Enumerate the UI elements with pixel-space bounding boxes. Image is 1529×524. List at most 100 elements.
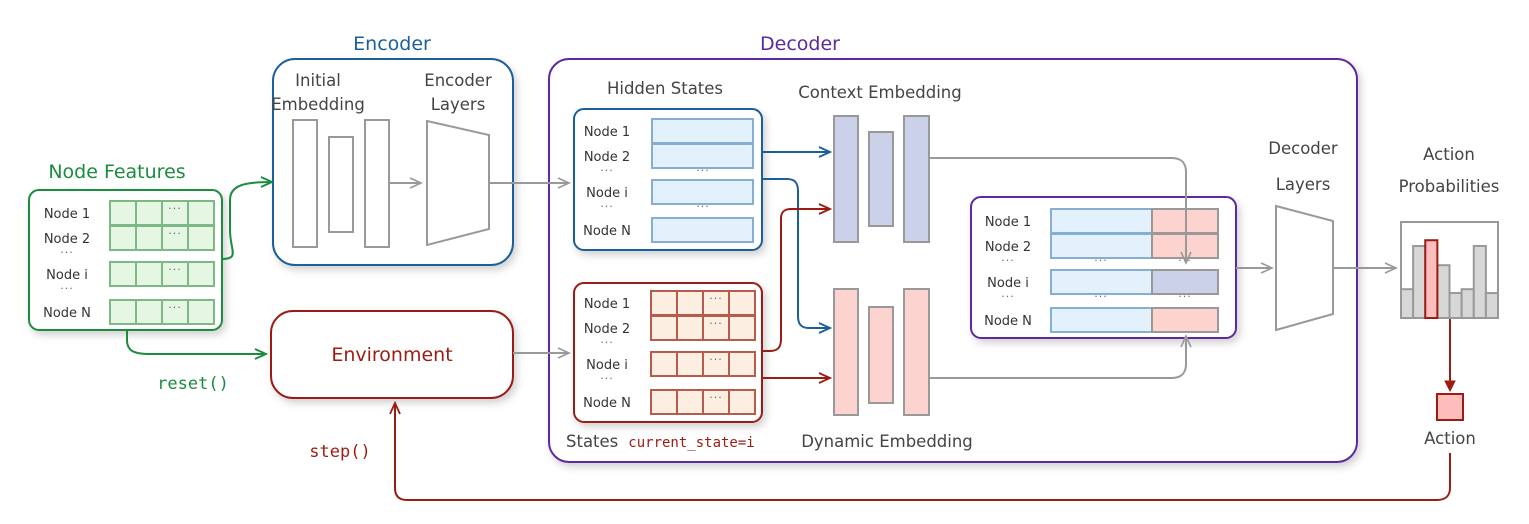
action-probabilities-histogram <box>1400 221 1499 320</box>
states-row-label: Node N <box>583 396 631 411</box>
encoder-layers-label-line2: Layers <box>431 95 486 114</box>
node-features-cell-ellipsis: ··· <box>168 263 182 276</box>
combined-row-label: Node 2 <box>985 240 1031 255</box>
hidden-states-panel: Node 1Node 2···Node i···Node N ······ <box>573 108 763 251</box>
combined-hidden-part <box>1050 208 1153 234</box>
context-embedding-layer-1 <box>833 115 859 243</box>
states-caption: States current_state=i <box>566 432 755 451</box>
states-row-label: Node 2 <box>584 322 630 337</box>
step-label: step() <box>309 442 370 462</box>
environment-panel: Environment <box>270 310 514 399</box>
combined-row-label: Node i <box>987 276 1029 291</box>
encoder-panel: Initial Embedding Encoder Layers <box>271 58 514 266</box>
hidden-states-row-label: Node N <box>583 224 631 239</box>
states-row-ellipsis: ··· <box>600 336 614 349</box>
current-state-code: current_state=i <box>628 435 754 451</box>
node-features-cell <box>109 299 137 325</box>
states-cell-ellipsis: ··· <box>709 391 723 404</box>
node-features-cell <box>187 225 215 251</box>
decoder-layers-label-line1: Decoder <box>1268 139 1338 158</box>
dynamic-embedding-layer-3 <box>903 288 930 416</box>
environment-label: Environment <box>331 344 452 366</box>
node-features-row-label: Node 2 <box>44 232 90 247</box>
states-cell <box>728 351 756 377</box>
hidden-states-row-label: Node 2 <box>584 150 630 165</box>
combined-dynamic-part <box>1151 307 1219 333</box>
action-square <box>1436 393 1464 421</box>
states-cell <box>728 315 756 341</box>
initial-embedding-label-line2: Embedding <box>271 95 365 114</box>
states-row-label: Node i <box>586 358 628 373</box>
context-embedding-layer-2 <box>868 131 894 227</box>
combined-row-ellipsis: ··· <box>1001 254 1015 267</box>
node-features-row-ellipsis: ··· <box>60 246 74 259</box>
action-probabilities-title-line1: Action <box>1423 145 1475 164</box>
diagram-canvas: Node Features Encoder Decoder Node 1 Node… <box>28 33 1500 501</box>
states-cell <box>676 389 704 415</box>
combined-embedding-panel: Node 1Node 2···Node i···Node N ··· ······… <box>970 196 1237 339</box>
dynamic-embedding-layer-1 <box>833 288 859 416</box>
states-cell <box>650 389 678 415</box>
node-features-cell <box>187 261 215 287</box>
histogram-bar <box>1436 264 1451 320</box>
states-cell <box>728 290 756 316</box>
node-features-cell <box>135 200 163 226</box>
initial-embedding-layer-3 <box>364 119 390 248</box>
node-features-cell <box>135 299 163 325</box>
states-row-ellipsis: ··· <box>600 372 614 385</box>
initial-embedding-label-line1: Initial <box>295 71 341 90</box>
node-features-cell <box>109 200 137 226</box>
node-features-row-label: Node 1 <box>44 207 90 222</box>
histogram-bar <box>1448 292 1463 320</box>
combined-ellipsis: ··· <box>1094 254 1108 267</box>
states-cell <box>650 290 678 316</box>
dynamic-embedding-title: Dynamic Embedding <box>801 432 973 451</box>
states-cell-ellipsis: ··· <box>709 317 723 330</box>
histogram-bar-selected <box>1424 239 1439 320</box>
node-features-cell <box>109 261 137 287</box>
node-features-cell-ellipsis: ··· <box>168 202 182 215</box>
combined-ellipsis: ··· <box>1178 290 1192 303</box>
states-cell <box>676 351 704 377</box>
initial-embedding-layer-1 <box>292 119 318 248</box>
node-features-cell-ellipsis: ··· <box>168 301 182 314</box>
states-cell <box>676 315 704 341</box>
states-cell <box>650 315 678 341</box>
combined-row-ellipsis: ··· <box>1001 290 1015 303</box>
states-title: States <box>566 432 618 451</box>
node-features-cell <box>187 299 215 325</box>
decoder-title: Decoder <box>760 33 840 55</box>
states-cell-ellipsis: ··· <box>709 353 723 366</box>
states-row-label: Node 1 <box>584 297 630 312</box>
combined-hidden-part <box>1050 307 1153 333</box>
dynamic-embedding-layer-2 <box>868 306 894 404</box>
initial-embedding-layer-2 <box>328 136 354 233</box>
context-embedding-title: Context Embedding <box>798 83 961 102</box>
action-probabilities-title-line2: Probabilities <box>1399 177 1500 196</box>
decoder-layers-trapezoid <box>1275 204 1334 332</box>
arrow-reset <box>126 330 266 354</box>
states-cell <box>728 389 756 415</box>
histogram-bar <box>1472 245 1487 319</box>
policy-architecture-diagram: Node Features Encoder Decoder Node 1 Node… <box>0 0 1529 524</box>
decoder-layers-label-line2: Layers <box>1276 175 1331 194</box>
states-panel: Node 1Node 2···Node i···Node N ·········… <box>573 282 763 423</box>
combined-row-label: Node 1 <box>985 215 1031 230</box>
encoder-layers-trapezoid <box>426 119 490 247</box>
encoder-layers-label-line1: Encoder <box>424 71 492 90</box>
histogram-bar <box>1484 292 1499 320</box>
node-features-cell-ellipsis: ··· <box>168 227 182 240</box>
arrow-features-to-encoder <box>221 182 272 260</box>
states-cell-ellipsis: ··· <box>709 292 723 305</box>
states-cell <box>650 351 678 377</box>
node-features-row-label: Node N <box>43 306 91 321</box>
node-features-cell <box>187 200 215 226</box>
hidden-states-title: Hidden States <box>607 79 723 98</box>
node-features-title: Node Features <box>48 161 185 183</box>
combined-ellipsis: ··· <box>1094 290 1108 303</box>
reset-label: reset() <box>157 374 229 394</box>
hidden-states-row-label: Node i <box>586 186 628 201</box>
hidden-states-row-label: Node 1 <box>584 125 630 140</box>
hidden-states-row-ellipsis: ··· <box>600 200 614 213</box>
hidden-states-ellipsis: ··· <box>696 200 710 213</box>
